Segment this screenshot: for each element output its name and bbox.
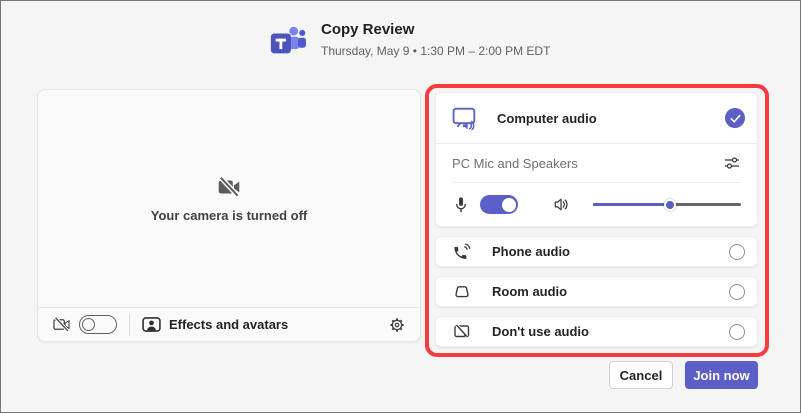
- equalizer-icon[interactable]: [723, 154, 741, 172]
- no-audio-radio[interactable]: [729, 324, 745, 340]
- volume-slider[interactable]: [593, 197, 741, 213]
- room-audio-radio[interactable]: [729, 284, 745, 300]
- phone-icon: [452, 242, 472, 262]
- join-now-button[interactable]: Join now: [685, 361, 758, 389]
- volume-slider-thumb[interactable]: [664, 199, 676, 211]
- camera-preview-panel: Your camera is turned off: [37, 89, 421, 342]
- volume-slider-fill: [593, 203, 670, 206]
- effects-and-avatars-button[interactable]: Effects and avatars: [142, 317, 288, 332]
- meeting-datetime: Thursday, May 9 • 1:30 PM – 2:00 PM EDT: [321, 44, 550, 58]
- meeting-header: Copy Review Thursday, May 9 • 1:30 PM – …: [269, 21, 550, 61]
- camera-toggle[interactable]: [79, 315, 117, 334]
- meeting-title: Copy Review: [321, 21, 550, 39]
- microphone-icon: [452, 196, 470, 214]
- effects-and-avatars-label: Effects and avatars: [169, 317, 288, 332]
- room-audio-label: Room audio: [492, 284, 567, 299]
- camera-off-message: Your camera is turned off: [151, 208, 308, 223]
- gear-icon[interactable]: [388, 316, 406, 334]
- mic-toggle-knob: [502, 198, 516, 212]
- room-speaker-icon: [452, 282, 472, 302]
- cancel-button[interactable]: Cancel: [609, 361, 673, 389]
- teams-logo-icon: [269, 23, 307, 61]
- audio-device-row: PC Mic and Speakers: [436, 144, 757, 182]
- avatar-frame-icon: [142, 317, 161, 332]
- mic-volume-row: [436, 183, 757, 226]
- camera-toggle-knob: [82, 318, 95, 331]
- pre-join-window: Copy Review Thursday, May 9 • 1:30 PM – …: [0, 0, 801, 413]
- room-audio-option[interactable]: Room audio: [435, 276, 758, 307]
- camera-preview: Your camera is turned off: [38, 90, 420, 307]
- camera-off-icon: [216, 174, 242, 200]
- selected-radio[interactable]: [725, 108, 745, 128]
- speaker-icon: [552, 195, 571, 214]
- phone-audio-option[interactable]: Phone audio: [435, 236, 758, 267]
- camera-off-small-icon: [52, 315, 71, 334]
- audio-options-panel: Computer audio PC Mic and Speakers: [435, 92, 758, 347]
- phone-audio-label: Phone audio: [492, 244, 570, 259]
- monitor-speaker-icon: [452, 107, 479, 130]
- computer-audio-option[interactable]: Computer audio: [436, 93, 757, 143]
- phone-audio-radio[interactable]: [729, 244, 745, 260]
- no-audio-option[interactable]: Don't use audio: [435, 316, 758, 347]
- mic-toggle[interactable]: [480, 195, 518, 214]
- no-audio-label: Don't use audio: [492, 324, 589, 339]
- computer-audio-label: Computer audio: [497, 111, 597, 126]
- audio-device-name: PC Mic and Speakers: [452, 156, 578, 171]
- check-icon: [729, 112, 742, 125]
- footer-divider: [129, 314, 130, 336]
- camera-controls-bar: Effects and avatars: [38, 307, 420, 341]
- computer-audio-card: Computer audio PC Mic and Speakers: [435, 92, 758, 227]
- screen-slash-icon: [452, 322, 472, 342]
